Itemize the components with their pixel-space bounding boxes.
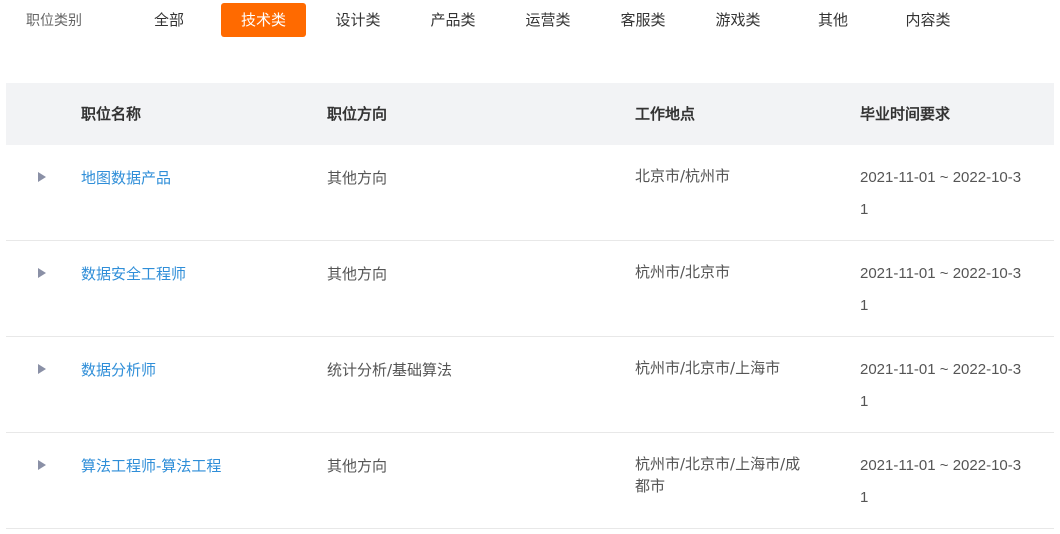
job-direction: 其他方向 [327,265,388,283]
filter-label: 职位类别 [26,13,82,29]
job-location: 杭州市/北京市 [635,263,731,281]
job-direction: 其他方向 [327,457,388,475]
job-name-link[interactable]: 数据安全工程师 [81,265,186,283]
tab-operations[interactable]: 运营类 [515,3,581,37]
graduation-range: 2021-11-01 ~ 2022-10-31 [860,361,1022,410]
table-row[interactable]: 数据分析师 统计分析/基础算法 杭州市/北京市/上海市 2021-11-01 ~… [6,337,1054,433]
job-direction: 其他方向 [327,169,388,187]
graduation-range: 2021-11-01 ~ 2022-10-31 [860,169,1022,218]
expand-caret-icon[interactable] [37,363,47,375]
expand-caret-icon[interactable] [37,171,47,183]
job-location: 北京市/杭州市 [635,167,731,185]
job-name-link[interactable]: 数据分析师 [81,361,156,379]
category-filter-bar: 职位类别 全部 技术类 设计类 产品类 运营类 客服类 游戏类 其他 内容类 [0,3,1060,39]
graduation-range: 2021-11-01 ~ 2022-10-31 [860,457,1022,506]
tab-other[interactable]: 其他 [808,3,858,37]
tab-customer-service[interactable]: 客服类 [610,3,676,37]
tab-game[interactable]: 游戏类 [705,3,771,37]
table-row[interactable]: 算法工程师-算法工程 其他方向 杭州市/北京市/上海市/成都市 2021-11-… [6,433,1054,529]
header-graduation-time: 毕业时间要求 [860,105,951,123]
table-row[interactable]: 地图数据产品 其他方向 北京市/杭州市 2021-11-01 ~ 2022-10… [6,145,1054,241]
job-name-link[interactable]: 算法工程师-算法工程 [81,457,221,475]
expand-caret-icon[interactable] [37,267,47,279]
table-header: 职位名称 职位方向 工作地点 毕业时间要求 [6,83,1054,145]
job-location: 杭州市/北京市/上海市/成都市 [635,455,801,495]
graduation-range: 2021-11-01 ~ 2022-10-31 [860,265,1022,314]
header-job-direction: 职位方向 [327,105,388,123]
job-location: 杭州市/北京市/上海市 [635,359,781,377]
tab-all[interactable]: 全部 [138,3,200,37]
tab-design[interactable]: 设计类 [325,3,391,37]
job-name-link[interactable]: 地图数据产品 [81,169,171,187]
job-table: 职位名称 职位方向 工作地点 毕业时间要求 地图数据产品 其他方向 北京市/杭州… [6,83,1054,529]
tab-tech[interactable]: 技术类 [221,3,306,37]
expand-caret-icon[interactable] [37,459,47,471]
table-row[interactable]: 数据安全工程师 其他方向 杭州市/北京市 2021-11-01 ~ 2022-1… [6,241,1054,337]
header-work-location: 工作地点 [635,105,696,123]
tab-product[interactable]: 产品类 [420,3,486,37]
tab-content[interactable]: 内容类 [895,3,961,37]
job-direction: 统计分析/基础算法 [327,361,453,379]
header-job-name: 职位名称 [81,105,142,123]
